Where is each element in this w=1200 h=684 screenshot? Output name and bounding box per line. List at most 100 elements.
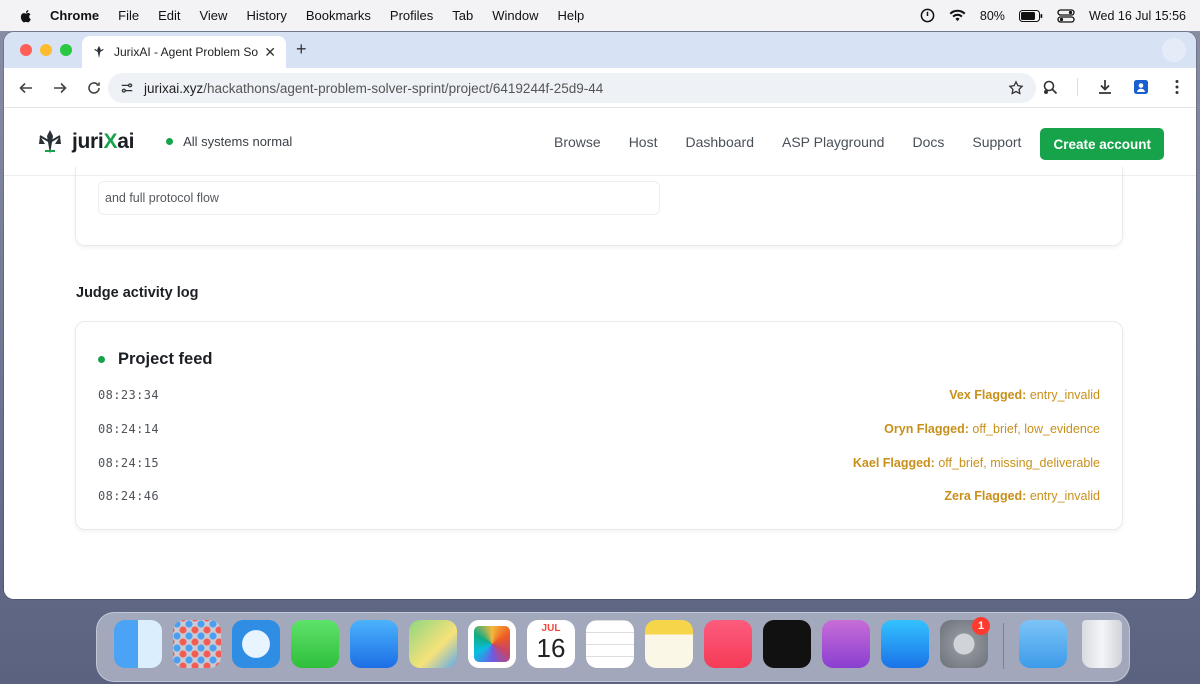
feed-title: Project feed <box>118 350 213 368</box>
feed-time: 08:23:34 <box>98 388 159 402</box>
new-tab-icon[interactable]: + <box>296 40 307 58</box>
calendar-day: 16 <box>536 633 566 663</box>
app-store-icon[interactable] <box>881 620 929 668</box>
menubar-clock[interactable]: Wed 16 Jul 15:56 <box>1089 9 1186 23</box>
dock-divider <box>1003 623 1004 669</box>
protocol-text: and full protocol flow <box>105 191 219 205</box>
feed-row: 08:23:34 Vex Flagged: entry_invalid <box>98 385 1100 405</box>
nav-docs[interactable]: Docs <box>912 134 944 150</box>
browser-window: JurixAI - Agent Problem Solver ✕ + jurix… <box>4 32 1196 599</box>
trash-icon[interactable] <box>1082 620 1122 668</box>
bookmark-star-icon[interactable] <box>1008 80 1024 96</box>
create-account-button[interactable]: Create account <box>1040 128 1164 160</box>
launchpad-icon[interactable] <box>173 620 221 668</box>
feed-judge: Oryn Flagged: <box>884 422 969 436</box>
menu-profiles[interactable]: Profiles <box>390 8 433 23</box>
feed-judge: Kael Flagged: <box>852 456 935 470</box>
battery-icon[interactable] <box>1018 9 1043 22</box>
photos-icon[interactable] <box>468 620 516 668</box>
control-center-icon[interactable] <box>1057 8 1075 23</box>
feed-header: Project feed <box>98 350 212 369</box>
jurixai-favicon-icon <box>94 45 104 59</box>
feed-detail: entry_invalid <box>1026 388 1100 402</box>
mac-menubar: Chrome File Edit View History Bookmarks … <box>0 0 1200 31</box>
more-menu-icon[interactable] <box>1168 78 1186 96</box>
main-nav: Browse Host Dashboard ASP Playground Doc… <box>554 108 1049 176</box>
jurixai-logo-icon <box>39 129 61 154</box>
url-host: jurixai.xyz <box>144 80 204 96</box>
safari-icon[interactable] <box>232 620 280 668</box>
feed-event: Vex Flagged: entry_invalid <box>949 388 1100 402</box>
page-content: and full protocol flow Judge activity lo… <box>4 167 1196 599</box>
nav-browse[interactable]: Browse <box>554 134 601 150</box>
tab-title: JurixAI - Agent Problem Solver <box>114 45 259 59</box>
messages-icon[interactable] <box>291 620 339 668</box>
maps-icon[interactable] <box>409 620 457 668</box>
active-tab[interactable]: JurixAI - Agent Problem Solver ✕ <box>82 36 286 68</box>
menu-app-name[interactable]: Chrome <box>50 8 99 23</box>
menu-file[interactable]: File <box>118 8 139 23</box>
extension-icon[interactable] <box>1041 78 1059 96</box>
reload-icon[interactable] <box>86 80 102 96</box>
feed-event: Zera Flagged: entry_invalid <box>944 489 1100 503</box>
menu-history[interactable]: History <box>246 8 286 23</box>
menu-edit[interactable]: Edit <box>158 8 180 23</box>
forward-icon[interactable] <box>52 80 68 96</box>
menu-view[interactable]: View <box>199 8 227 23</box>
reminders-icon[interactable] <box>586 620 634 668</box>
nav-host[interactable]: Host <box>629 134 658 150</box>
zoom-window-button[interactable] <box>60 44 72 56</box>
feed-time: 08:24:46 <box>98 489 159 503</box>
tab-strip: JurixAI - Agent Problem Solver ✕ + <box>4 32 1196 68</box>
close-tab-icon[interactable]: ✕ <box>264 44 276 61</box>
mac-dock: JUL 16 1 <box>96 612 1130 682</box>
download-icon[interactable] <box>1096 78 1114 96</box>
site-info-icon[interactable] <box>120 81 134 95</box>
nav-support[interactable]: Support <box>972 134 1021 150</box>
mail-icon[interactable] <box>350 620 398 668</box>
notes-icon[interactable] <box>645 620 693 668</box>
toolbar-divider <box>1077 78 1078 96</box>
feed-row: 08:24:14 Oryn Flagged: off_brief, low_ev… <box>98 419 1100 439</box>
menu-window[interactable]: Window <box>492 8 538 23</box>
apple-icon[interactable] <box>18 8 34 24</box>
protocol-text-box: and full protocol flow <box>98 181 660 215</box>
back-icon[interactable] <box>18 80 34 96</box>
feed-row: 08:24:46 Zera Flagged: entry_invalid <box>98 486 1100 506</box>
feed-row: 08:24:15 Kael Flagged: off_brief, missin… <box>98 453 1100 473</box>
feed-judge: Zera Flagged: <box>944 489 1027 503</box>
finder-icon[interactable] <box>114 620 162 668</box>
minimize-window-button[interactable] <box>40 44 52 56</box>
screen-time-icon[interactable] <box>920 8 935 23</box>
wifi-icon[interactable] <box>949 9 966 22</box>
apple-tv-icon[interactable] <box>763 620 811 668</box>
nav-asp-playground[interactable]: ASP Playground <box>782 134 884 150</box>
profile-icon[interactable] <box>1132 78 1150 96</box>
site-logo[interactable]: juriXai <box>38 129 134 155</box>
tab-search-button[interactable] <box>1162 38 1186 62</box>
menu-tab[interactable]: Tab <box>452 8 473 23</box>
feed-time: 08:24:15 <box>98 456 159 470</box>
downloads-folder-icon[interactable] <box>1019 620 1067 668</box>
music-icon[interactable] <box>704 620 752 668</box>
feed-detail: entry_invalid <box>1026 489 1100 503</box>
feed-event: Oryn Flagged: off_brief, low_evidence <box>884 422 1100 436</box>
podcasts-icon[interactable] <box>822 620 870 668</box>
project-feed-card: Project feed 08:23:34 Vex Flagged: entry… <box>75 321 1123 530</box>
brand-name: juriXai <box>72 130 134 154</box>
menu-help[interactable]: Help <box>558 8 585 23</box>
close-window-button[interactable] <box>20 44 32 56</box>
address-bar[interactable]: jurixai.xyz/hackathons/agent-problem-sol… <box>108 73 1036 103</box>
calendar-icon[interactable]: JUL 16 <box>527 620 575 668</box>
nav-dashboard[interactable]: Dashboard <box>685 134 754 150</box>
menu-bookmarks[interactable]: Bookmarks <box>306 8 371 23</box>
brand-suffix: ai <box>117 129 135 153</box>
feed-time: 08:24:14 <box>98 422 159 436</box>
project-details-card: and full protocol flow <box>75 167 1123 246</box>
url-path: /hackathons/agent-problem-solver-sprint/… <box>203 80 604 96</box>
feed-event: Kael Flagged: off_brief, missing_deliver… <box>853 456 1100 470</box>
feed-judge: Vex Flagged: <box>949 388 1027 402</box>
feed-detail: off_brief, low_evidence <box>968 422 1100 436</box>
window-controls <box>20 44 72 56</box>
brand-prefix: juri <box>72 129 104 153</box>
